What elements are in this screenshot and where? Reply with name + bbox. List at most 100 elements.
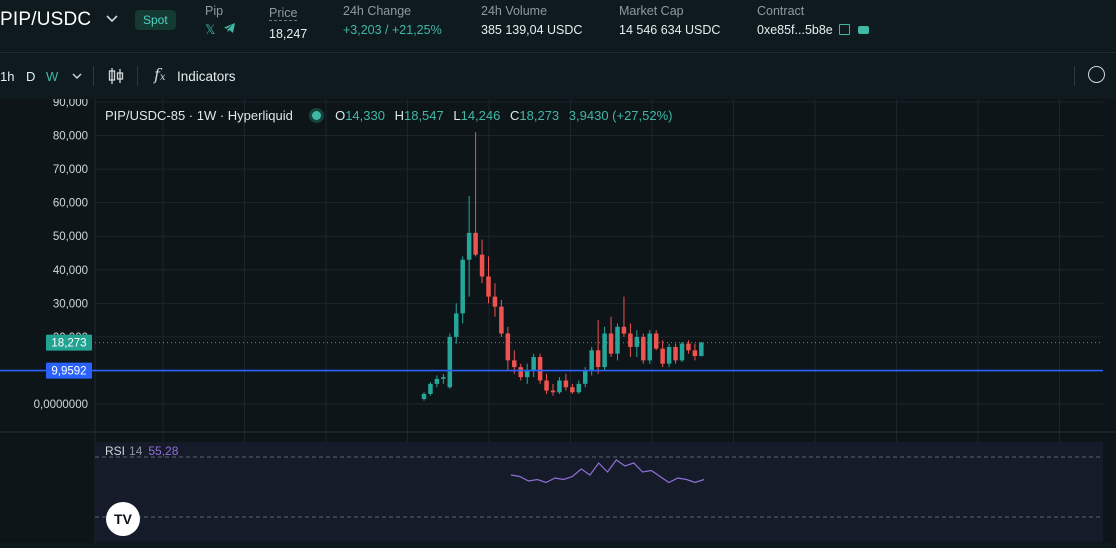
candle-body bbox=[647, 333, 652, 361]
candle-body bbox=[583, 370, 588, 384]
candle-body bbox=[428, 383, 433, 394]
rsi-legend[interactable]: RSI 14 55,28 bbox=[105, 444, 178, 458]
market-cap-value: 14 546 634 USDC bbox=[619, 23, 721, 37]
close-label: C bbox=[510, 108, 520, 123]
candle-body bbox=[602, 333, 607, 368]
candle-body bbox=[621, 326, 627, 334]
candle-body bbox=[641, 336, 646, 361]
candle-body bbox=[699, 342, 704, 357]
candle-body bbox=[686, 343, 691, 351]
volume-stat: 24h Volume 385 139,04 USDC bbox=[481, 4, 582, 37]
market-cap-stat: Market Cap 14 546 634 USDC bbox=[619, 4, 720, 37]
wallet-icon[interactable] bbox=[857, 26, 869, 34]
volume-label: 24h Volume bbox=[481, 4, 548, 18]
candle-body bbox=[692, 350, 698, 357]
open-value: 14,330 bbox=[345, 108, 385, 123]
contract-address[interactable]: 0xe85f...5b8e bbox=[757, 23, 833, 37]
candle-body bbox=[492, 296, 498, 307]
candle-body bbox=[454, 313, 459, 337]
candle-body bbox=[589, 350, 594, 371]
contract-stat: Contract 0xe85f...5b8e bbox=[757, 4, 869, 37]
candle-body bbox=[570, 387, 575, 393]
candle-body bbox=[441, 377, 446, 379]
replay-clock-icon[interactable] bbox=[1088, 66, 1105, 83]
change-stat: 24h Change +3,203 / +21,25% bbox=[343, 4, 442, 37]
market-type-badge: Spot bbox=[135, 10, 176, 30]
candle-body bbox=[673, 346, 678, 361]
pair-selector[interactable]: PIP/USDC bbox=[0, 9, 91, 31]
candle-body bbox=[660, 348, 665, 364]
y-tick-label: 70,000 bbox=[53, 164, 88, 176]
candle-body bbox=[460, 259, 465, 314]
chevron-down-icon[interactable] bbox=[72, 68, 82, 83]
price-chart[interactable]: 90,000 80,000 70,000 60,000 50,000 40,000 30,0… bbox=[0, 97, 1116, 543]
indicators-button[interactable]: Indicators bbox=[177, 69, 236, 84]
toolbar-divider bbox=[1074, 66, 1075, 86]
y-tick-label: 90,000 bbox=[53, 99, 88, 109]
external-link-icon[interactable] bbox=[838, 24, 850, 35]
chart-legend: PIP/USDC-85 · 1W · Hyperliquid O14,330 H… bbox=[105, 108, 679, 123]
y-tick-label: 40,000 bbox=[53, 265, 88, 277]
candle-body bbox=[679, 343, 685, 361]
candle-body bbox=[634, 336, 640, 347]
candle-body bbox=[473, 232, 478, 255]
low-value: 14,246 bbox=[460, 108, 501, 123]
contract-label: Contract bbox=[757, 4, 805, 18]
chart-toolbar: 1h D W fx Indicators bbox=[0, 53, 1116, 100]
candle-body bbox=[466, 232, 472, 260]
candle-body bbox=[505, 333, 511, 361]
candle-body bbox=[576, 383, 582, 393]
toolbar-divider bbox=[93, 66, 94, 86]
candle-body bbox=[531, 357, 536, 371]
token-info: Pip 𝕏 bbox=[205, 4, 236, 38]
chart-canvas[interactable]: 90,000 80,000 70,000 60,000 50,000 40,000 30,0… bbox=[0, 97, 1116, 543]
low-label: L bbox=[453, 108, 461, 123]
telegram-icon[interactable] bbox=[223, 22, 236, 38]
tradingview-logo-icon[interactable]: TV bbox=[106, 502, 140, 536]
y-tick-label: 80,000 bbox=[53, 131, 88, 143]
change-label: 24h Change bbox=[343, 4, 412, 18]
candle-body bbox=[486, 276, 491, 297]
price-label: Price bbox=[269, 6, 298, 21]
candle-body bbox=[479, 254, 485, 277]
close-value: 18,273 bbox=[519, 108, 560, 123]
candle-body bbox=[512, 360, 517, 368]
candle-body bbox=[537, 357, 543, 381]
candle-body bbox=[434, 378, 440, 384]
change-value: +3,203 / +21,25% bbox=[343, 23, 442, 37]
candle-body bbox=[524, 370, 530, 378]
x-icon[interactable]: 𝕏 bbox=[205, 22, 215, 38]
candle-body bbox=[447, 336, 453, 388]
candle-body bbox=[421, 393, 427, 399]
high-value: 18,547 bbox=[403, 108, 444, 123]
candle-body bbox=[550, 390, 556, 393]
price-stat: Price 18,247 bbox=[269, 4, 307, 41]
change-value: 3,9430 (+27,52%) bbox=[568, 108, 673, 123]
candlestick-icon[interactable] bbox=[108, 67, 124, 90]
volume-value: 385 139,04 USDC bbox=[481, 23, 583, 37]
market-status-dot bbox=[312, 111, 322, 120]
market-cap-label: Market Cap bbox=[619, 4, 684, 18]
open-label: O bbox=[335, 108, 346, 123]
candle-body bbox=[628, 333, 633, 347]
rsi-name: RSI bbox=[105, 444, 126, 458]
y-tick-label: 60,000 bbox=[53, 198, 88, 210]
symbol-title[interactable]: PIP/USDC-85 · 1W · Hyperliquid bbox=[105, 108, 293, 123]
candle-body bbox=[557, 380, 562, 393]
candle-body bbox=[666, 346, 672, 364]
chevron-down-icon[interactable] bbox=[106, 12, 118, 26]
interval-d[interactable]: D bbox=[26, 69, 35, 84]
last-price-tag: 18,273 bbox=[51, 338, 86, 350]
candle-body bbox=[615, 326, 620, 354]
interval-w[interactable]: W bbox=[46, 69, 58, 84]
candle-body bbox=[544, 380, 549, 391]
interval-1h[interactable]: 1h bbox=[0, 69, 14, 84]
price-value: 18,247 bbox=[269, 27, 308, 41]
candle-body bbox=[563, 380, 569, 388]
candle-body bbox=[595, 350, 601, 368]
y-tick-label: 50,000 bbox=[53, 231, 88, 243]
high-label: H bbox=[394, 108, 404, 123]
y-tick-label: 0,0000000 bbox=[34, 399, 88, 411]
fx-icon[interactable]: fx bbox=[154, 65, 166, 84]
toolbar-divider bbox=[137, 66, 138, 86]
